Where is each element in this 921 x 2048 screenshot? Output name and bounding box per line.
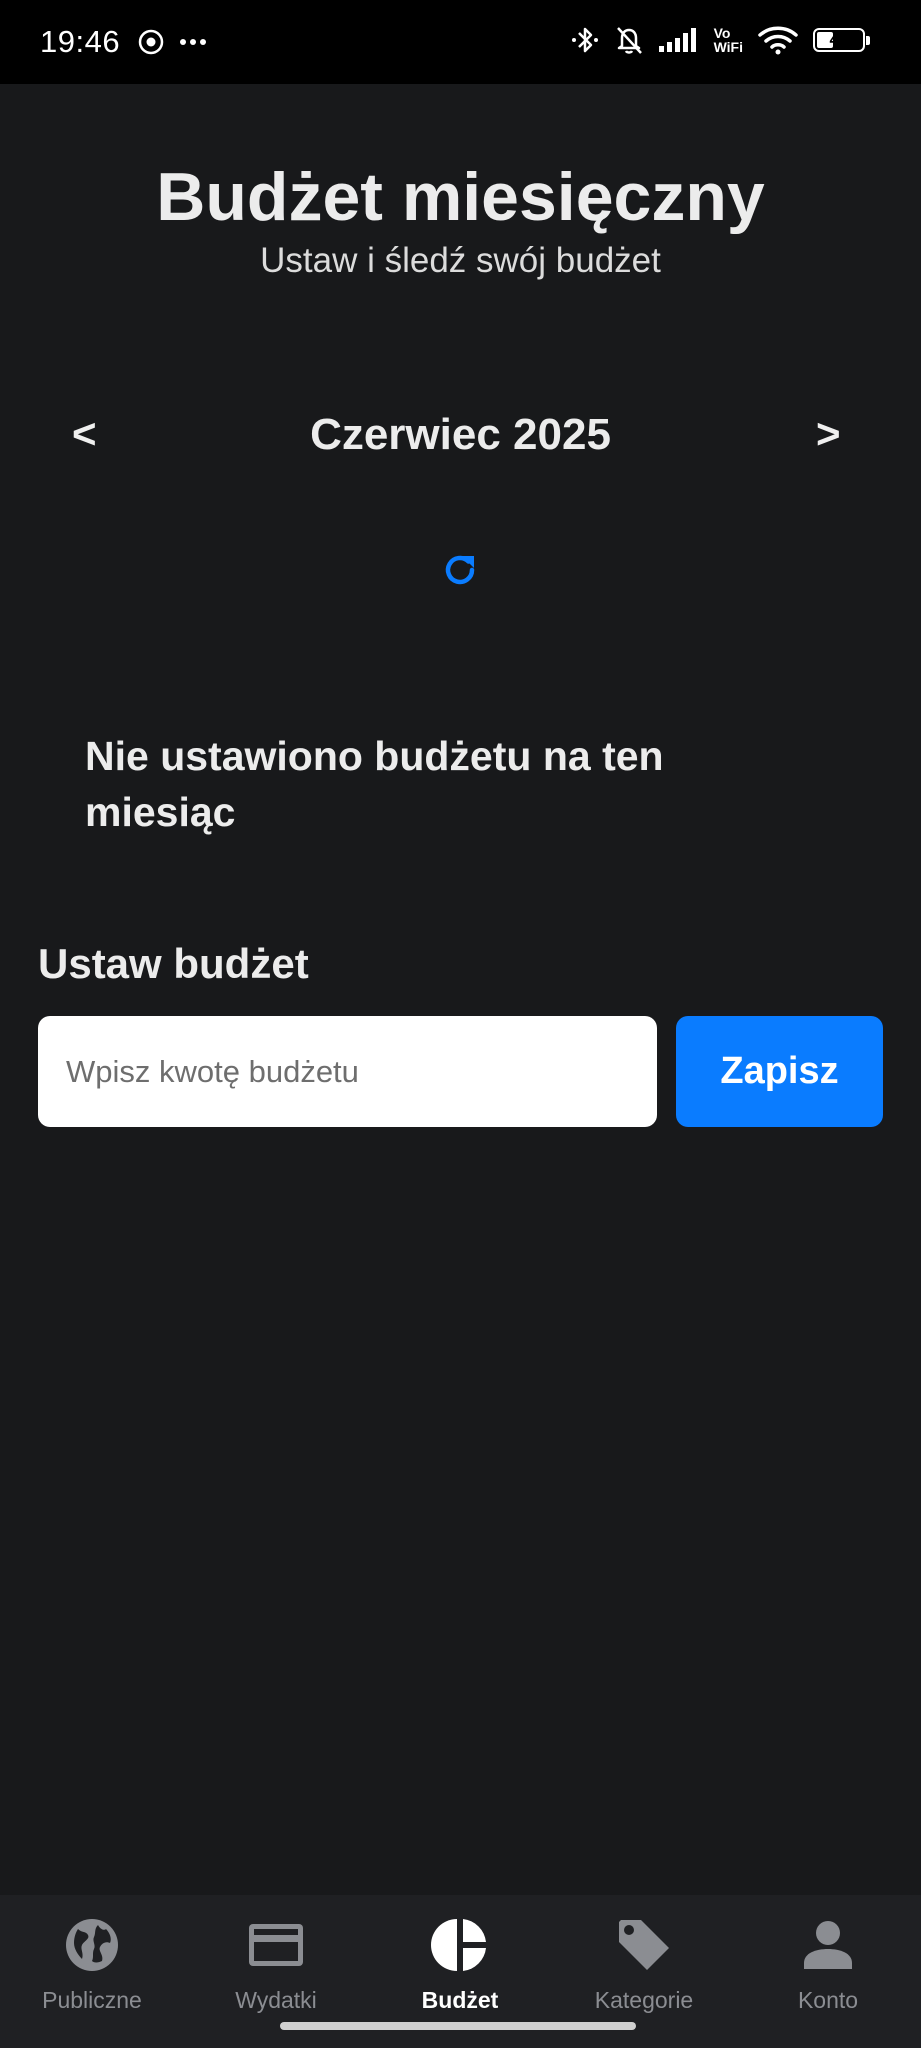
save-button[interactable]: Zapisz	[676, 1016, 883, 1127]
status-time: 19:46	[40, 24, 121, 59]
bluetooth-icon	[570, 24, 600, 56]
battery-icon: 41	[813, 28, 870, 52]
credit-card-icon	[246, 1915, 306, 1975]
tag-icon	[614, 1915, 674, 1975]
wifi-icon	[757, 24, 799, 56]
more-icon	[179, 38, 207, 46]
vowifi-bottom-label: WiFi	[713, 39, 743, 55]
nav-label: Budżet	[421, 1987, 499, 2013]
vowifi-icon: Vo WiFi	[714, 26, 743, 54]
bell-off-icon	[614, 24, 644, 56]
nav-item-konto[interactable]: Konto	[736, 1895, 920, 2015]
pie-chart-icon	[430, 1915, 490, 1975]
page-subtitle: Ustaw i śledź swój budżet	[260, 241, 661, 280]
nav-label: Konto	[797, 1987, 859, 2013]
set-budget-heading: Ustaw budżet	[38, 940, 309, 987]
refresh-button[interactable]	[436, 546, 484, 594]
battery-percentage: 41	[829, 30, 849, 49]
person-icon	[798, 1915, 858, 1975]
nav-item-budzet[interactable]: Budżet	[368, 1895, 552, 2015]
status-left-icons	[137, 28, 207, 56]
battery: 41	[813, 28, 870, 52]
nav-item-publiczne[interactable]: Publiczne	[0, 1895, 184, 2015]
month-label: Czerwiec 2025	[310, 410, 611, 459]
refresh-icon	[445, 555, 475, 585]
nav-label: Wydatki	[235, 1987, 317, 2013]
record-icon	[137, 28, 165, 56]
signal-icon	[658, 27, 700, 53]
nav-label: Kategorie	[594, 1987, 694, 2013]
nav-item-wydatki[interactable]: Wydatki	[184, 1895, 368, 2015]
next-month-button[interactable]: >	[816, 410, 841, 458]
battery-tip	[866, 36, 870, 45]
bottom-navigation: Publiczne Wydatki Budżet Kategorie Konto	[0, 1895, 921, 2048]
status-bar: 19:46 Vo WiFi 41	[0, 0, 921, 84]
nav-item-kategorie[interactable]: Kategorie	[552, 1895, 736, 2015]
budget-amount-input[interactable]	[38, 1016, 657, 1127]
home-indicator	[280, 2022, 636, 2030]
nav-label: Publiczne	[42, 1987, 142, 2013]
page-title: Budżet miesięczny	[156, 159, 765, 235]
status-right-icons: Vo WiFi 41	[570, 24, 870, 56]
globe-icon	[62, 1915, 122, 1975]
no-budget-message: Nie ustawiono budżetu na ten miesiąc	[85, 733, 664, 835]
